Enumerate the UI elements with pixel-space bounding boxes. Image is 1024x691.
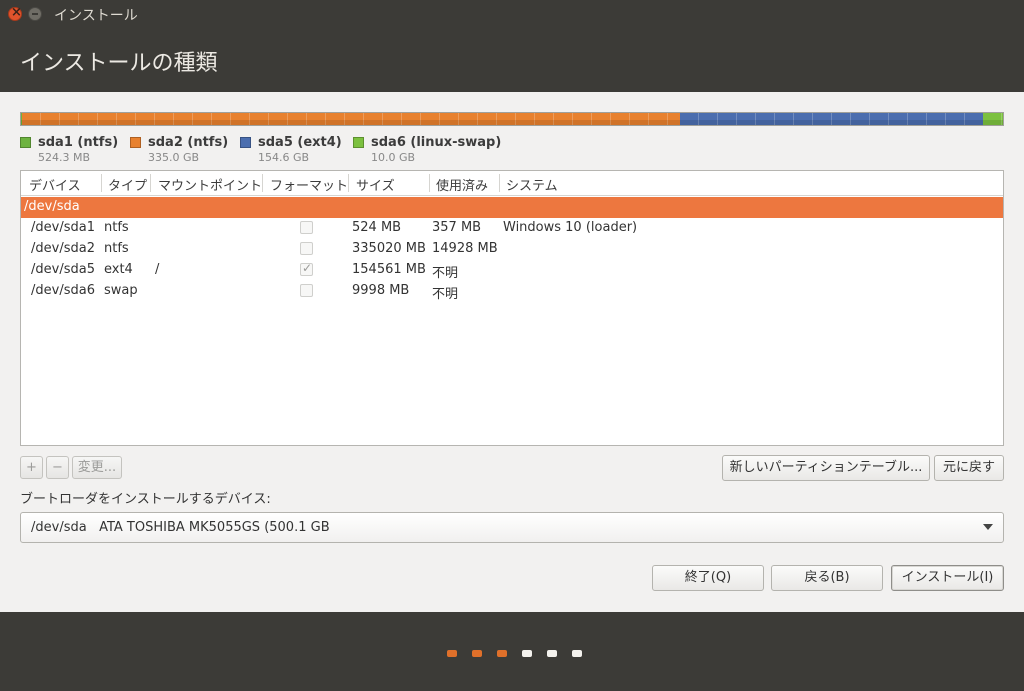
format-checkbox[interactable] <box>300 221 313 234</box>
legend-name: sda6 (linux-swap) <box>371 135 502 150</box>
column-header-type[interactable]: タイプ <box>108 175 147 194</box>
partition-bar <box>20 112 1004 126</box>
bootloader-label: ブートローダをインストールするデバイス: <box>20 492 271 507</box>
legend-name: sda1 (ntfs) <box>38 135 119 150</box>
progress-dot <box>447 650 457 657</box>
legend-name: sda2 (ntfs) <box>148 135 229 150</box>
minimize-icon[interactable] <box>28 7 42 21</box>
cell-used: 357 MB <box>432 220 482 235</box>
back-button[interactable]: 戻る(B) <box>771 565 883 591</box>
legend-size: 10.0 GB <box>371 151 416 164</box>
column-header-system[interactable]: システム <box>506 175 558 194</box>
table-row[interactable]: /dev/sda5 ext4 / 154561 MB 不明 <box>21 260 1003 281</box>
cell-device: /dev/sda5 <box>31 262 95 277</box>
column-divider <box>429 174 430 192</box>
table-header: デバイス タイプ マウントポイント フォーマット サイズ 使用済み システム <box>21 171 1003 196</box>
add-partition-button[interactable]: + <box>20 456 43 479</box>
close-icon[interactable] <box>8 5 22 21</box>
change-partition-button[interactable]: 変更... <box>72 456 122 479</box>
column-header-format[interactable]: フォーマット <box>270 175 348 194</box>
install-button[interactable]: インストール(I) <box>891 565 1004 591</box>
cell-type: ntfs <box>104 220 129 235</box>
cell-size: 524 MB <box>352 220 402 235</box>
progress-dot <box>547 650 557 657</box>
cell-device: /dev/sda1 <box>31 220 95 235</box>
partition-bar-shade <box>21 120 1003 125</box>
new-partition-table-button[interactable]: 新しいパーティションテーブル... <box>722 455 930 481</box>
legend-size: 154.6 GB <box>258 151 310 164</box>
page-title: インストールの種類 <box>20 51 218 76</box>
column-divider <box>499 174 500 192</box>
column-header-mount[interactable]: マウントポイント <box>158 175 262 194</box>
bootloader-device-value: /dev/sda ATA TOSHIBA MK5055GS (500.1 GB <box>31 520 330 535</box>
cell-device: /dev/sda2 <box>31 241 95 256</box>
cell-used: 不明 <box>432 266 459 281</box>
footer <box>0 612 1024 691</box>
cell-device: /dev/sda6 <box>31 283 95 298</box>
cell-size: 335020 MB <box>352 241 426 256</box>
page-header: インストールの種類 <box>0 28 1024 92</box>
remove-partition-button[interactable]: − <box>46 456 69 479</box>
disk-device: /dev/sda <box>24 199 80 214</box>
partition-table[interactable]: デバイス タイプ マウントポイント フォーマット サイズ 使用済み システム /… <box>20 170 1004 446</box>
chevron-down-icon <box>983 524 993 530</box>
legend-size: 524.3 MB <box>38 151 91 164</box>
column-divider <box>101 174 102 192</box>
column-header-used[interactable]: 使用済み <box>436 175 488 194</box>
window-titlebar: インストール <box>0 0 1024 28</box>
cell-type: swap <box>104 283 138 298</box>
column-divider <box>348 174 349 192</box>
legend-swatch <box>130 137 141 148</box>
format-checkbox[interactable] <box>300 284 313 297</box>
table-row-disk[interactable]: /dev/sda <box>21 197 1003 218</box>
table-row[interactable]: /dev/sda1 ntfs 524 MB 357 MB Windows 10 … <box>21 218 1003 239</box>
legend-swatch <box>353 137 364 148</box>
cell-used: 14928 MB <box>432 241 498 256</box>
progress-dot <box>472 650 482 657</box>
column-header-size[interactable]: サイズ <box>356 175 395 194</box>
legend-name: sda5 (ext4) <box>258 135 342 150</box>
progress-dot <box>572 650 582 657</box>
cell-type: ntfs <box>104 241 129 256</box>
format-checkbox[interactable] <box>300 242 313 255</box>
cell-mount: / <box>155 262 160 277</box>
legend-swatch <box>240 137 251 148</box>
bootloader-device-select[interactable]: /dev/sda ATA TOSHIBA MK5055GS (500.1 GB <box>20 512 1004 543</box>
cell-type: ext4 <box>104 262 133 277</box>
cell-used: 不明 <box>432 287 459 302</box>
column-divider <box>262 174 263 192</box>
legend-swatch <box>20 137 31 148</box>
column-header-device[interactable]: デバイス <box>29 175 81 194</box>
progress-dot <box>497 650 507 657</box>
progress-dot <box>522 650 532 657</box>
legend-size: 335.0 GB <box>148 151 200 164</box>
table-row[interactable]: /dev/sda6 swap 9998 MB 不明 <box>21 281 1003 302</box>
window-title: インストール <box>54 8 138 24</box>
quit-button[interactable]: 終了(Q) <box>652 565 764 591</box>
table-row[interactable]: /dev/sda2 ntfs 335020 MB 14928 MB <box>21 239 1003 260</box>
cell-size: 154561 MB <box>352 262 426 277</box>
format-checkbox[interactable] <box>300 261 313 276</box>
cell-system: Windows 10 (loader) <box>503 220 638 235</box>
revert-button[interactable]: 元に戻す <box>934 455 1004 481</box>
cell-size: 9998 MB <box>352 283 410 298</box>
column-divider <box>150 174 151 192</box>
